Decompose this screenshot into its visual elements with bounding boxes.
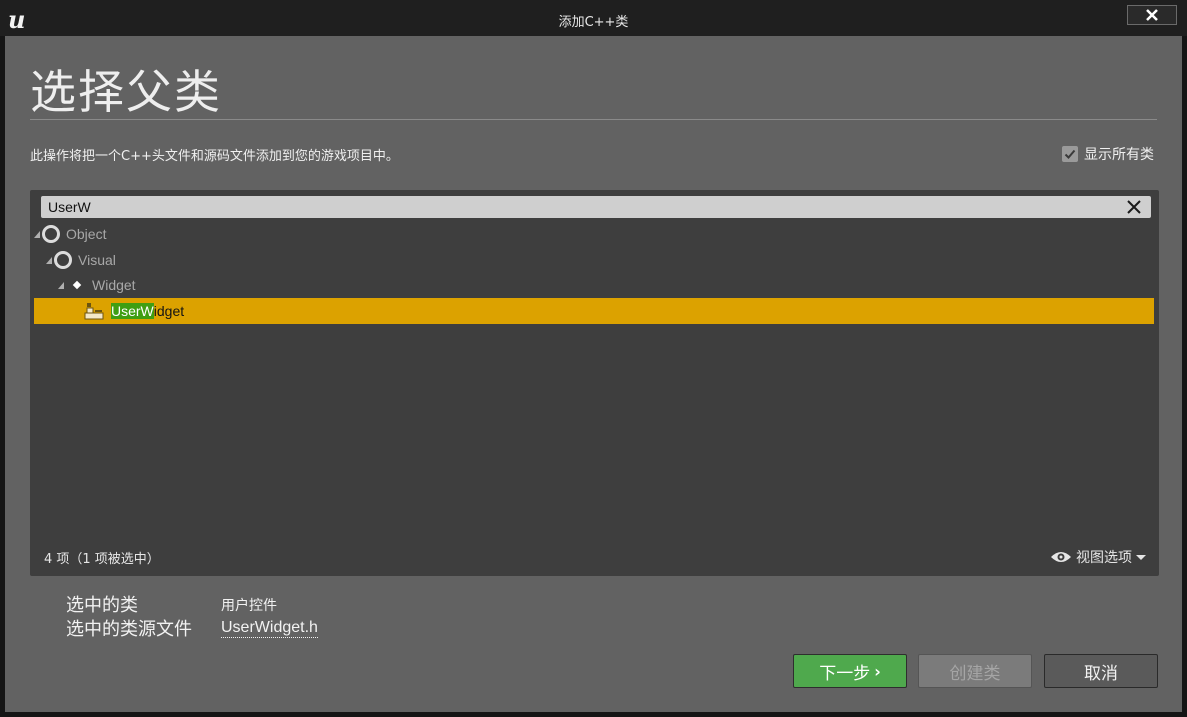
tree-item-userwidget[interactable]: UserWidget — [34, 298, 1154, 324]
eye-icon — [1051, 552, 1071, 562]
title-divider — [30, 119, 1157, 120]
show-all-classes-toggle[interactable]: 显示所有类 — [1062, 144, 1154, 164]
class-ring-icon — [54, 251, 72, 269]
tree-item-label: Object — [66, 226, 107, 242]
selected-source-file: UserWidget.h — [221, 617, 318, 638]
class-ring-icon — [42, 225, 60, 243]
source-file-link[interactable]: UserWidget.h — [221, 619, 318, 638]
search-value[interactable]: UserW — [48, 199, 91, 215]
chevron-down-icon — [1136, 554, 1146, 560]
window-close-button[interactable] — [1127, 5, 1177, 25]
item-count-status: 4 项（1 项被选中） — [44, 552, 160, 567]
expand-arrow-icon[interactable] — [46, 256, 52, 264]
tree-item-label: Visual — [78, 252, 116, 268]
chevron-right-icon: › — [874, 661, 881, 681]
create-class-label: 创建类 — [949, 663, 1001, 684]
page-description: 此操作将把一个C++头文件和源码文件添加到您的游戏项目中。 — [30, 149, 399, 164]
expand-arrow-icon[interactable] — [34, 230, 40, 238]
view-options-button[interactable]: 视图选项 — [1050, 547, 1146, 567]
selected-source-label: 选中的类源文件 — [66, 619, 192, 640]
next-button[interactable]: 下一步 › — [793, 654, 907, 688]
widget-class-icon — [84, 303, 104, 320]
search-match-highlight: UserW — [111, 303, 154, 319]
selected-class-label: 选中的类 — [66, 595, 138, 616]
label-remainder: idget — [153, 303, 185, 319]
next-button-label: 下一步 — [819, 663, 871, 684]
create-class-button[interactable]: 创建类 — [918, 654, 1032, 688]
page-title: 选择父类 — [30, 65, 222, 119]
tree-item-label: Widget — [92, 277, 136, 293]
class-picker-panel: UserW Object Visual Widget UserWidget 4 … — [30, 190, 1159, 576]
cancel-label: 取消 — [1084, 663, 1118, 684]
show-all-classes-label: 显示所有类 — [1084, 147, 1154, 163]
tree-item-visual[interactable]: Visual — [46, 247, 116, 273]
tree-item-label: UserWidget — [111, 303, 184, 319]
view-options-label: 视图选项 — [1076, 550, 1132, 566]
window-title: 添加C++类 — [558, 15, 629, 30]
selected-class-value: 用户控件 — [221, 598, 277, 614]
class-search-input[interactable]: UserW — [41, 196, 1151, 218]
cancel-button[interactable]: 取消 — [1044, 654, 1158, 688]
tree-item-widget[interactable]: Widget — [58, 272, 136, 298]
title-bar: u 添加C++类 — [0, 0, 1187, 36]
expand-arrow-icon[interactable] — [58, 281, 64, 289]
checkmark-icon — [1064, 149, 1076, 159]
show-all-classes-checkbox[interactable] — [1062, 146, 1078, 162]
diamond-icon — [72, 280, 82, 290]
clear-search-icon[interactable] — [1126, 199, 1142, 215]
tree-item-object[interactable]: Object — [34, 221, 106, 247]
close-icon — [1146, 9, 1158, 21]
